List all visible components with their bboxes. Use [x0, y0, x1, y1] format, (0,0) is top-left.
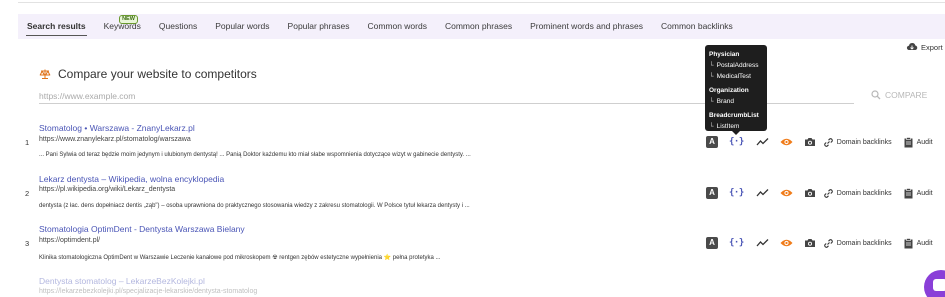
result-actions: A {·} Domain backlinks Audit: [706, 187, 933, 199]
audit-button[interactable]: Audit: [904, 136, 933, 148]
new-badge: NEW: [119, 15, 138, 24]
result-url: https://pl.wikipedia.org/wiki/Lekarz_den…: [39, 186, 176, 193]
result-url: https://optimdent.pl/: [39, 237, 101, 244]
result-rank: 2: [25, 189, 30, 198]
tab-label: Popular words: [215, 21, 270, 31]
tooltip-child: └ Brand: [709, 96, 764, 107]
tooltip-child-label: ListItem: [716, 123, 740, 130]
camera-icon[interactable]: [804, 238, 816, 248]
export-button[interactable]: Export: [906, 42, 943, 52]
tooltip-type: Physician: [709, 51, 740, 58]
tooltip-child-label: MedicalTest: [716, 73, 751, 80]
tab-common-words[interactable]: Common words: [358, 14, 436, 39]
result-actions: A {·} Domain backlinks Audit: [706, 136, 933, 148]
tooltip-type: Organization: [709, 87, 749, 94]
camera-icon[interactable]: [804, 137, 816, 147]
a-badge-icon[interactable]: A: [706, 237, 718, 249]
tab-popular-phrases[interactable]: Popular phrases: [279, 14, 359, 39]
clipboard-icon: [904, 237, 913, 248]
export-label: Export: [921, 42, 943, 52]
tab-label: Popular phrases: [287, 21, 350, 31]
domain-backlinks-button[interactable]: Domain backlinks: [823, 137, 892, 148]
tree-branch-icon: └: [709, 123, 714, 130]
audit-label: Audit: [916, 138, 933, 146]
scale-icon: [39, 69, 51, 79]
tooltip-group: BreadcrumbList └ ListItem: [709, 110, 764, 132]
domain-backlinks-label: Domain backlinks: [836, 239, 892, 247]
tooltip-child: └ ListItem: [709, 121, 764, 132]
tab-label: Search results: [27, 21, 86, 31]
tab-questions[interactable]: Questions: [150, 14, 206, 39]
tab-prominent-words[interactable]: Prominent words and phrases: [521, 14, 652, 39]
audit-label: Audit: [916, 239, 933, 247]
tree-branch-icon: └: [709, 73, 714, 80]
result-snippet: ... Pani Sylwia od teraz będzie moim jed…: [39, 152, 471, 158]
result-title-link[interactable]: Lekarz dentysta – Wikipedia, wolna encyk…: [39, 174, 224, 184]
tab-label: Prominent words and phrases: [530, 21, 643, 31]
result-title-link[interactable]: Dentysta stomatolog – LekarzeBezKolejki.…: [39, 276, 205, 286]
eye-icon[interactable]: [780, 188, 793, 198]
result-snippet: dentysta (z łac. dens dopełniacz dentis …: [39, 203, 470, 209]
domain-backlinks-button[interactable]: Domain backlinks: [823, 188, 892, 199]
result-actions: A {·} Domain backlinks Audit: [706, 237, 933, 249]
tooltip-child-label: Brand: [716, 98, 734, 105]
tab-label: Common phrases: [444, 21, 513, 31]
tooltip-group: Physician └ PostalAddress └ MedicalTest: [709, 49, 764, 82]
result-url: https://www.znanylekarz.pl/stomatolog/wa…: [39, 136, 191, 143]
cloud-download-icon: [906, 42, 918, 50]
audit-button[interactable]: Audit: [904, 187, 933, 199]
tab-popular-words[interactable]: Popular words: [206, 14, 278, 39]
link-icon: [823, 238, 833, 248]
audit-label: Audit: [916, 189, 933, 197]
tooltip-child-label: PostalAddress: [716, 62, 759, 69]
tab-keywords[interactable]: Keywords NEW: [95, 14, 150, 39]
eye-icon[interactable]: [780, 137, 793, 147]
schema-tooltip: Physician └ PostalAddress └ MedicalTest Or…: [705, 45, 767, 135]
trend-icon[interactable]: [756, 238, 769, 248]
compare-heading: Compare your website to competitors: [39, 67, 257, 81]
domain-backlinks-label: Domain backlinks: [836, 138, 892, 146]
schema-markup-icon[interactable]: {·}: [729, 238, 744, 248]
tab-common-backlinks[interactable]: Common backlinks: [652, 14, 742, 39]
link-icon: [823, 137, 833, 147]
link-icon: [823, 188, 833, 198]
result-rank: 3: [25, 239, 30, 248]
clipboard-icon: [904, 136, 913, 147]
a-badge-icon[interactable]: A: [706, 187, 718, 199]
audit-button[interactable]: Audit: [904, 237, 933, 249]
tab-label: Questions: [158, 21, 198, 31]
tab-label: Common words: [367, 21, 427, 31]
tooltip-child: └ PostalAddress: [709, 60, 764, 71]
tab-search-results[interactable]: Search results: [18, 14, 95, 39]
schema-markup-icon[interactable]: {·}: [729, 188, 744, 198]
trend-icon[interactable]: [756, 188, 769, 198]
domain-backlinks-button[interactable]: Domain backlinks: [823, 238, 892, 249]
compare-button[interactable]: COMPARE: [871, 90, 927, 100]
domain-backlinks-label: Domain backlinks: [836, 189, 892, 197]
tab-bar: Search results Keywords NEW Questions Pop…: [18, 14, 945, 39]
a-badge-icon[interactable]: A: [706, 136, 718, 148]
top-divider: [18, 0, 945, 3]
compare-button-label: COMPARE: [885, 90, 928, 100]
tab-common-phrases[interactable]: Common phrases: [436, 14, 521, 39]
tooltip-type: BreadcrumbList: [709, 112, 759, 119]
result-title-link[interactable]: Stomatolog • Warszawa - ZnanyLekarz.pl: [39, 123, 195, 133]
chat-launcher-button[interactable]: [924, 270, 945, 297]
tab-label: Common backlinks: [661, 21, 733, 31]
result-snippet: Klinika stomatologiczna OptimDent w Wars…: [39, 255, 441, 261]
eye-icon[interactable]: [780, 238, 793, 248]
clipboard-icon: [904, 187, 913, 198]
tooltip-group: Organization └ Brand: [709, 85, 764, 107]
compare-title-text: Compare your website to competitors: [58, 67, 257, 81]
result-url: https://lekarzebezkolejki.pl/specjalizac…: [39, 288, 258, 295]
result-rank: 1: [25, 138, 30, 147]
tooltip-child: └ MedicalTest: [709, 71, 764, 82]
schema-markup-icon[interactable]: {·}: [729, 137, 744, 147]
result-title-link[interactable]: Stomatologia OptimDent - Dentysta Warsza…: [39, 224, 245, 234]
trend-icon[interactable]: [756, 137, 769, 147]
search-icon: [871, 90, 881, 100]
tree-branch-icon: └: [709, 98, 714, 105]
tree-branch-icon: └: [709, 62, 714, 69]
camera-icon[interactable]: [804, 188, 816, 198]
